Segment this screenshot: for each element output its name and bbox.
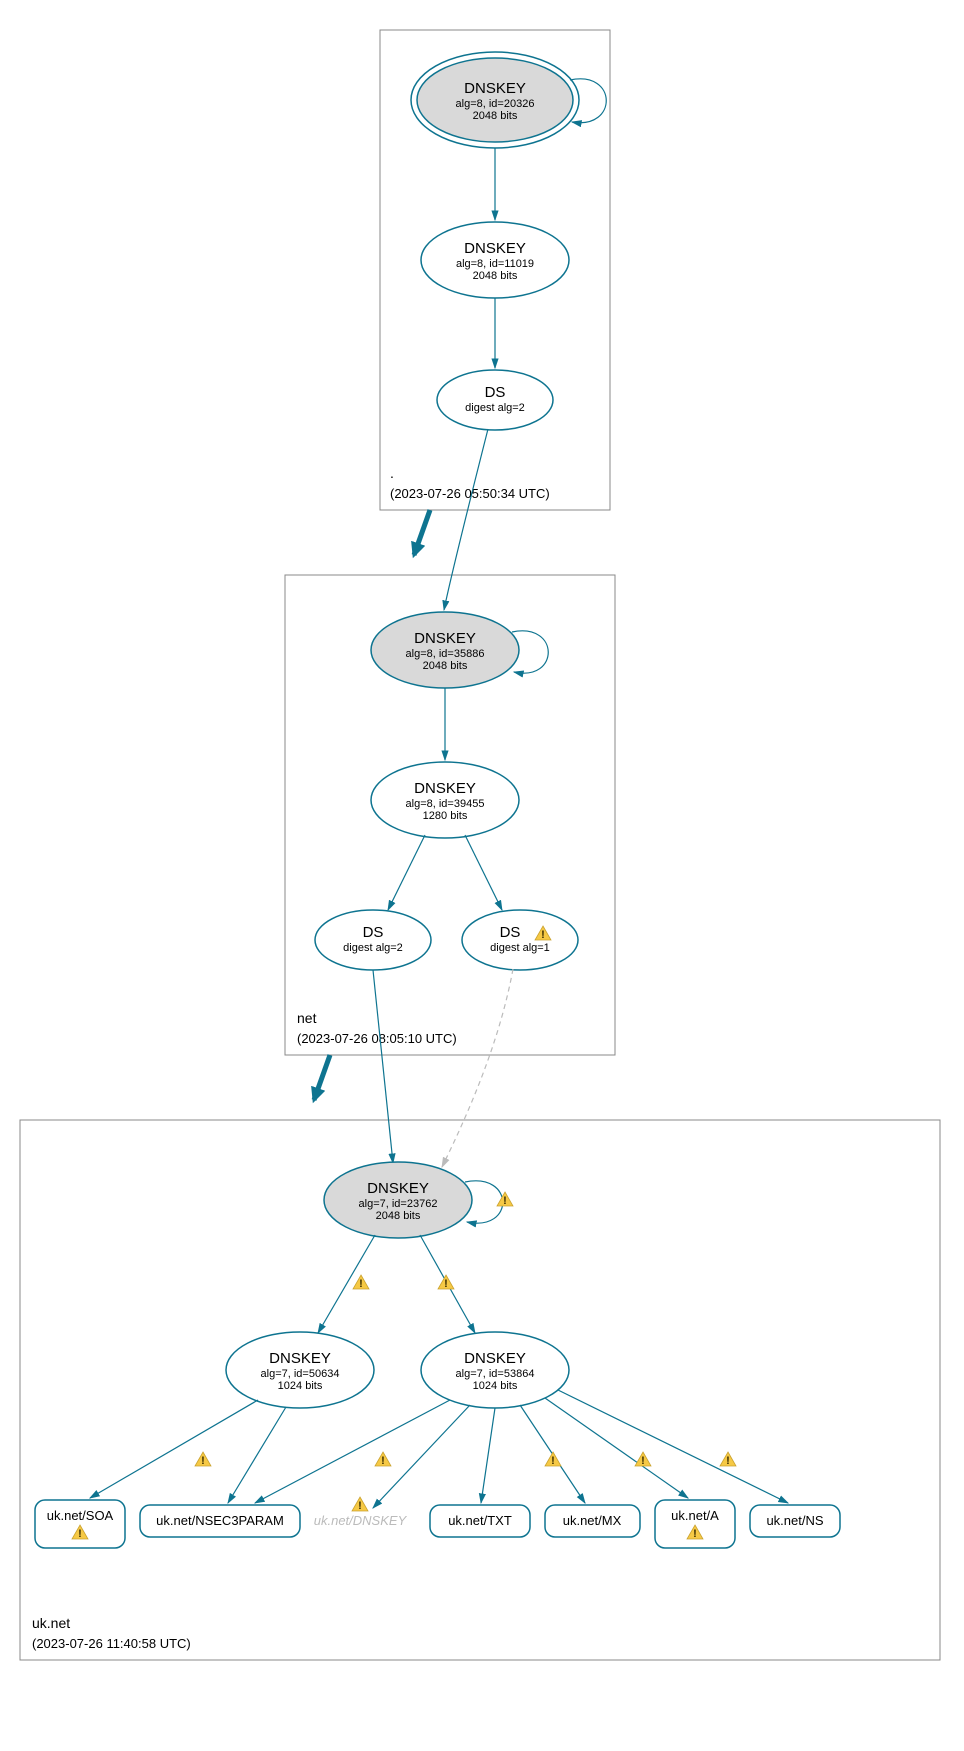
svg-text:!: !	[201, 1455, 205, 1467]
svg-text:!: !	[693, 1528, 697, 1540]
edge-zsk2-nsec3param	[255, 1400, 450, 1503]
warning-icon: !	[720, 1452, 736, 1467]
node-uknet-zsk1-bits: 1024 bits	[278, 1380, 323, 1392]
node-root-ksk[interactable]: DNSKEY alg=8, id=20326 2048 bits	[411, 52, 579, 148]
warning-icon: !	[438, 1275, 454, 1290]
rrset-nsec3param-label: uk.net/NSEC3PARAM	[156, 1513, 284, 1528]
node-net-ds1-title: DS	[500, 924, 521, 941]
edge-zsk2-ns	[558, 1390, 788, 1503]
node-net-ksk-bits: 2048 bits	[423, 660, 468, 672]
rrset-dnskey-placeholder: uk.net/DNSKEY !	[314, 1497, 408, 1528]
node-uknet-ksk-title: DNSKEY	[367, 1180, 429, 1197]
node-root-ksk-alg: alg=8, id=20326	[456, 98, 535, 110]
warning-icon: !	[353, 1275, 369, 1290]
svg-text:!: !	[358, 1500, 362, 1512]
rrset-a[interactable]: uk.net/A !	[655, 1500, 735, 1548]
node-root-ksk-title: DNSKEY	[464, 80, 526, 97]
node-uknet-zsk2[interactable]: DNSKEY alg=7, id=53864 1024 bits	[421, 1332, 569, 1408]
rrset-a-label: uk.net/A	[671, 1508, 719, 1523]
rrset-mx-label: uk.net/MX	[563, 1513, 622, 1528]
node-net-ds1[interactable]: DS digest alg=1	[462, 910, 578, 970]
svg-text:!: !	[444, 1278, 448, 1290]
node-net-ds2-title: DS	[363, 924, 384, 941]
rrset-dnskey-label: uk.net/DNSKEY	[314, 1513, 408, 1528]
warning-icon: !	[635, 1452, 651, 1467]
node-root-ds-alg: digest alg=2	[465, 402, 525, 414]
rrset-soa[interactable]: uk.net/SOA !	[35, 1500, 125, 1548]
edge-zsk1-nsec3param	[228, 1407, 286, 1503]
warning-icon: !	[497, 1192, 513, 1207]
node-uknet-zsk1[interactable]: DNSKEY alg=7, id=50634 1024 bits	[226, 1332, 374, 1408]
edge-net-zsk-ds1	[465, 835, 502, 910]
node-net-zsk-title: DNSKEY	[414, 780, 476, 797]
rrset-txt-label: uk.net/TXT	[448, 1513, 512, 1528]
svg-text:!: !	[78, 1528, 82, 1540]
zone-uknet-label: uk.net	[32, 1615, 70, 1631]
node-net-zsk-bits: 1280 bits	[423, 810, 468, 822]
zone-uknet-timestamp: (2023-07-26 11:40:58 UTC)	[32, 1636, 191, 1651]
rrset-ns-label: uk.net/NS	[766, 1513, 823, 1528]
edge-delegation-net-uknet	[314, 1055, 330, 1100]
node-root-zsk-bits: 2048 bits	[473, 270, 518, 282]
warning-icon: !	[375, 1452, 391, 1467]
edge-root-ds-net-ksk	[444, 429, 488, 610]
warning-icon: !	[352, 1497, 368, 1512]
rrset-mx[interactable]: uk.net/MX	[545, 1505, 640, 1537]
edge-zsk2-a	[545, 1398, 688, 1498]
svg-text:!: !	[551, 1455, 555, 1467]
node-net-ds2[interactable]: DS digest alg=2	[315, 910, 431, 970]
rrset-nsec3param[interactable]: uk.net/NSEC3PARAM	[140, 1505, 300, 1537]
svg-text:!: !	[541, 929, 545, 941]
svg-text:!: !	[641, 1455, 645, 1467]
node-uknet-zsk2-bits: 1024 bits	[473, 1380, 518, 1392]
edge-net-ds2-uknet-ksk	[373, 970, 393, 1163]
edge-net-ds1-uknet-ksk	[442, 969, 513, 1167]
node-net-ksk[interactable]: DNSKEY alg=8, id=35886 2048 bits	[371, 612, 519, 688]
node-uknet-zsk2-alg: alg=7, id=53864	[456, 1368, 535, 1380]
edge-delegation-root-net	[414, 510, 430, 555]
node-root-zsk-title: DNSKEY	[464, 240, 526, 257]
node-root-ksk-bits: 2048 bits	[473, 110, 518, 122]
node-uknet-zsk1-title: DNSKEY	[269, 1350, 331, 1367]
node-net-ksk-alg: alg=8, id=35886	[406, 648, 485, 660]
node-root-zsk[interactable]: DNSKEY alg=8, id=11019 2048 bits	[421, 222, 569, 298]
node-net-zsk-alg: alg=8, id=39455	[406, 798, 485, 810]
node-root-ds[interactable]: DS digest alg=2	[437, 370, 553, 430]
svg-text:!: !	[503, 1195, 507, 1207]
node-uknet-zsk2-title: DNSKEY	[464, 1350, 526, 1367]
node-uknet-zsk1-alg: alg=7, id=50634	[261, 1368, 340, 1380]
rrset-soa-label: uk.net/SOA	[47, 1508, 114, 1523]
node-root-zsk-alg: alg=8, id=11019	[456, 258, 534, 270]
warning-icon: !	[545, 1452, 561, 1467]
node-uknet-ksk-alg: alg=7, id=23762	[359, 1198, 438, 1210]
node-net-ds2-alg: digest alg=2	[343, 942, 403, 954]
svg-text:!: !	[381, 1455, 385, 1467]
rrset-txt[interactable]: uk.net/TXT	[430, 1505, 530, 1537]
zone-net-label: net	[297, 1010, 317, 1026]
zone-net-timestamp: (2023-07-26 08:05:10 UTC)	[297, 1031, 457, 1046]
edge-zsk2-dnskey	[373, 1405, 470, 1508]
warning-icon: !	[195, 1452, 211, 1467]
rrset-ns[interactable]: uk.net/NS	[750, 1505, 840, 1537]
edge-zsk2-txt	[481, 1408, 495, 1503]
svg-text:!: !	[726, 1455, 730, 1467]
zone-root-label: .	[390, 465, 394, 481]
node-net-ksk-title: DNSKEY	[414, 630, 476, 647]
dnssec-diagram: . (2023-07-26 05:50:34 UTC) DNSKEY alg=8…	[0, 0, 964, 1751]
edge-net-zsk-ds2	[388, 835, 425, 910]
node-root-ds-title: DS	[485, 384, 506, 401]
node-uknet-ksk[interactable]: DNSKEY alg=7, id=23762 2048 bits	[324, 1162, 472, 1238]
node-net-ds1-alg: digest alg=1	[490, 942, 550, 954]
node-net-zsk[interactable]: DNSKEY alg=8, id=39455 1280 bits	[371, 762, 519, 838]
svg-text:!: !	[359, 1278, 363, 1290]
edge-zsk1-soa	[90, 1400, 258, 1498]
node-uknet-ksk-bits: 2048 bits	[376, 1210, 421, 1222]
